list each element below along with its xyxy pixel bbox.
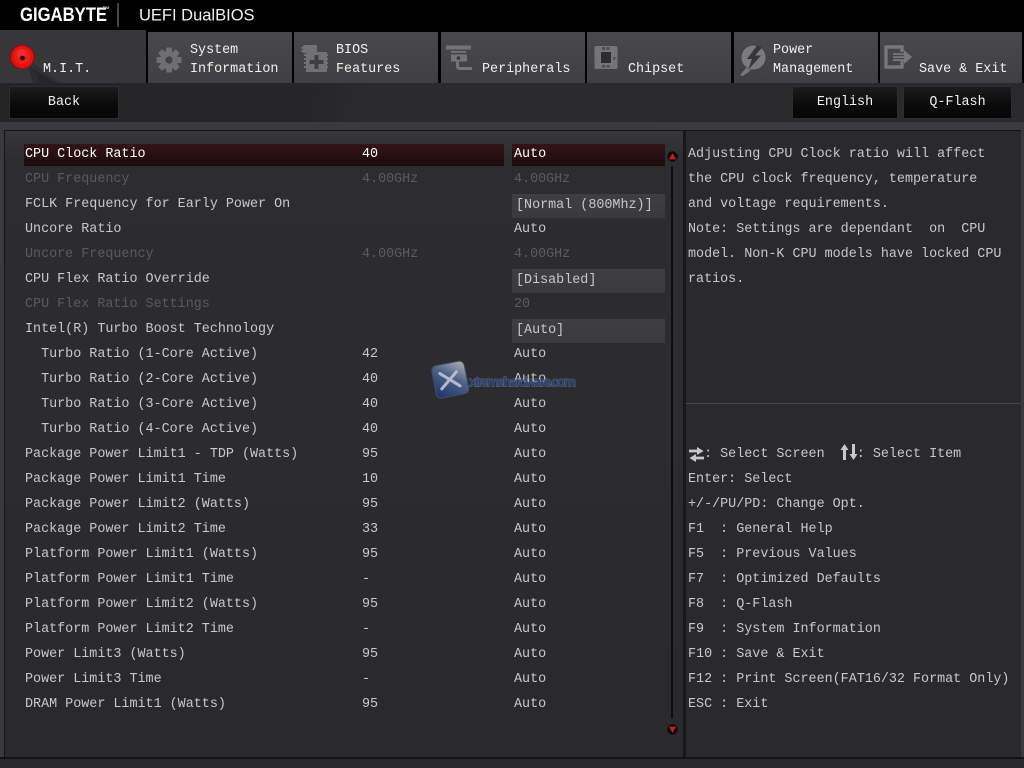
svg-text:UEFI DualBIOS: UEFI DualBIOS (139, 7, 255, 25)
svg-text:GIGABYTE: GIGABYTE (20, 4, 107, 25)
svg-text:xtremehardware.com: xtremehardware.com (469, 374, 576, 390)
svg-text:™: ™ (102, 5, 110, 14)
